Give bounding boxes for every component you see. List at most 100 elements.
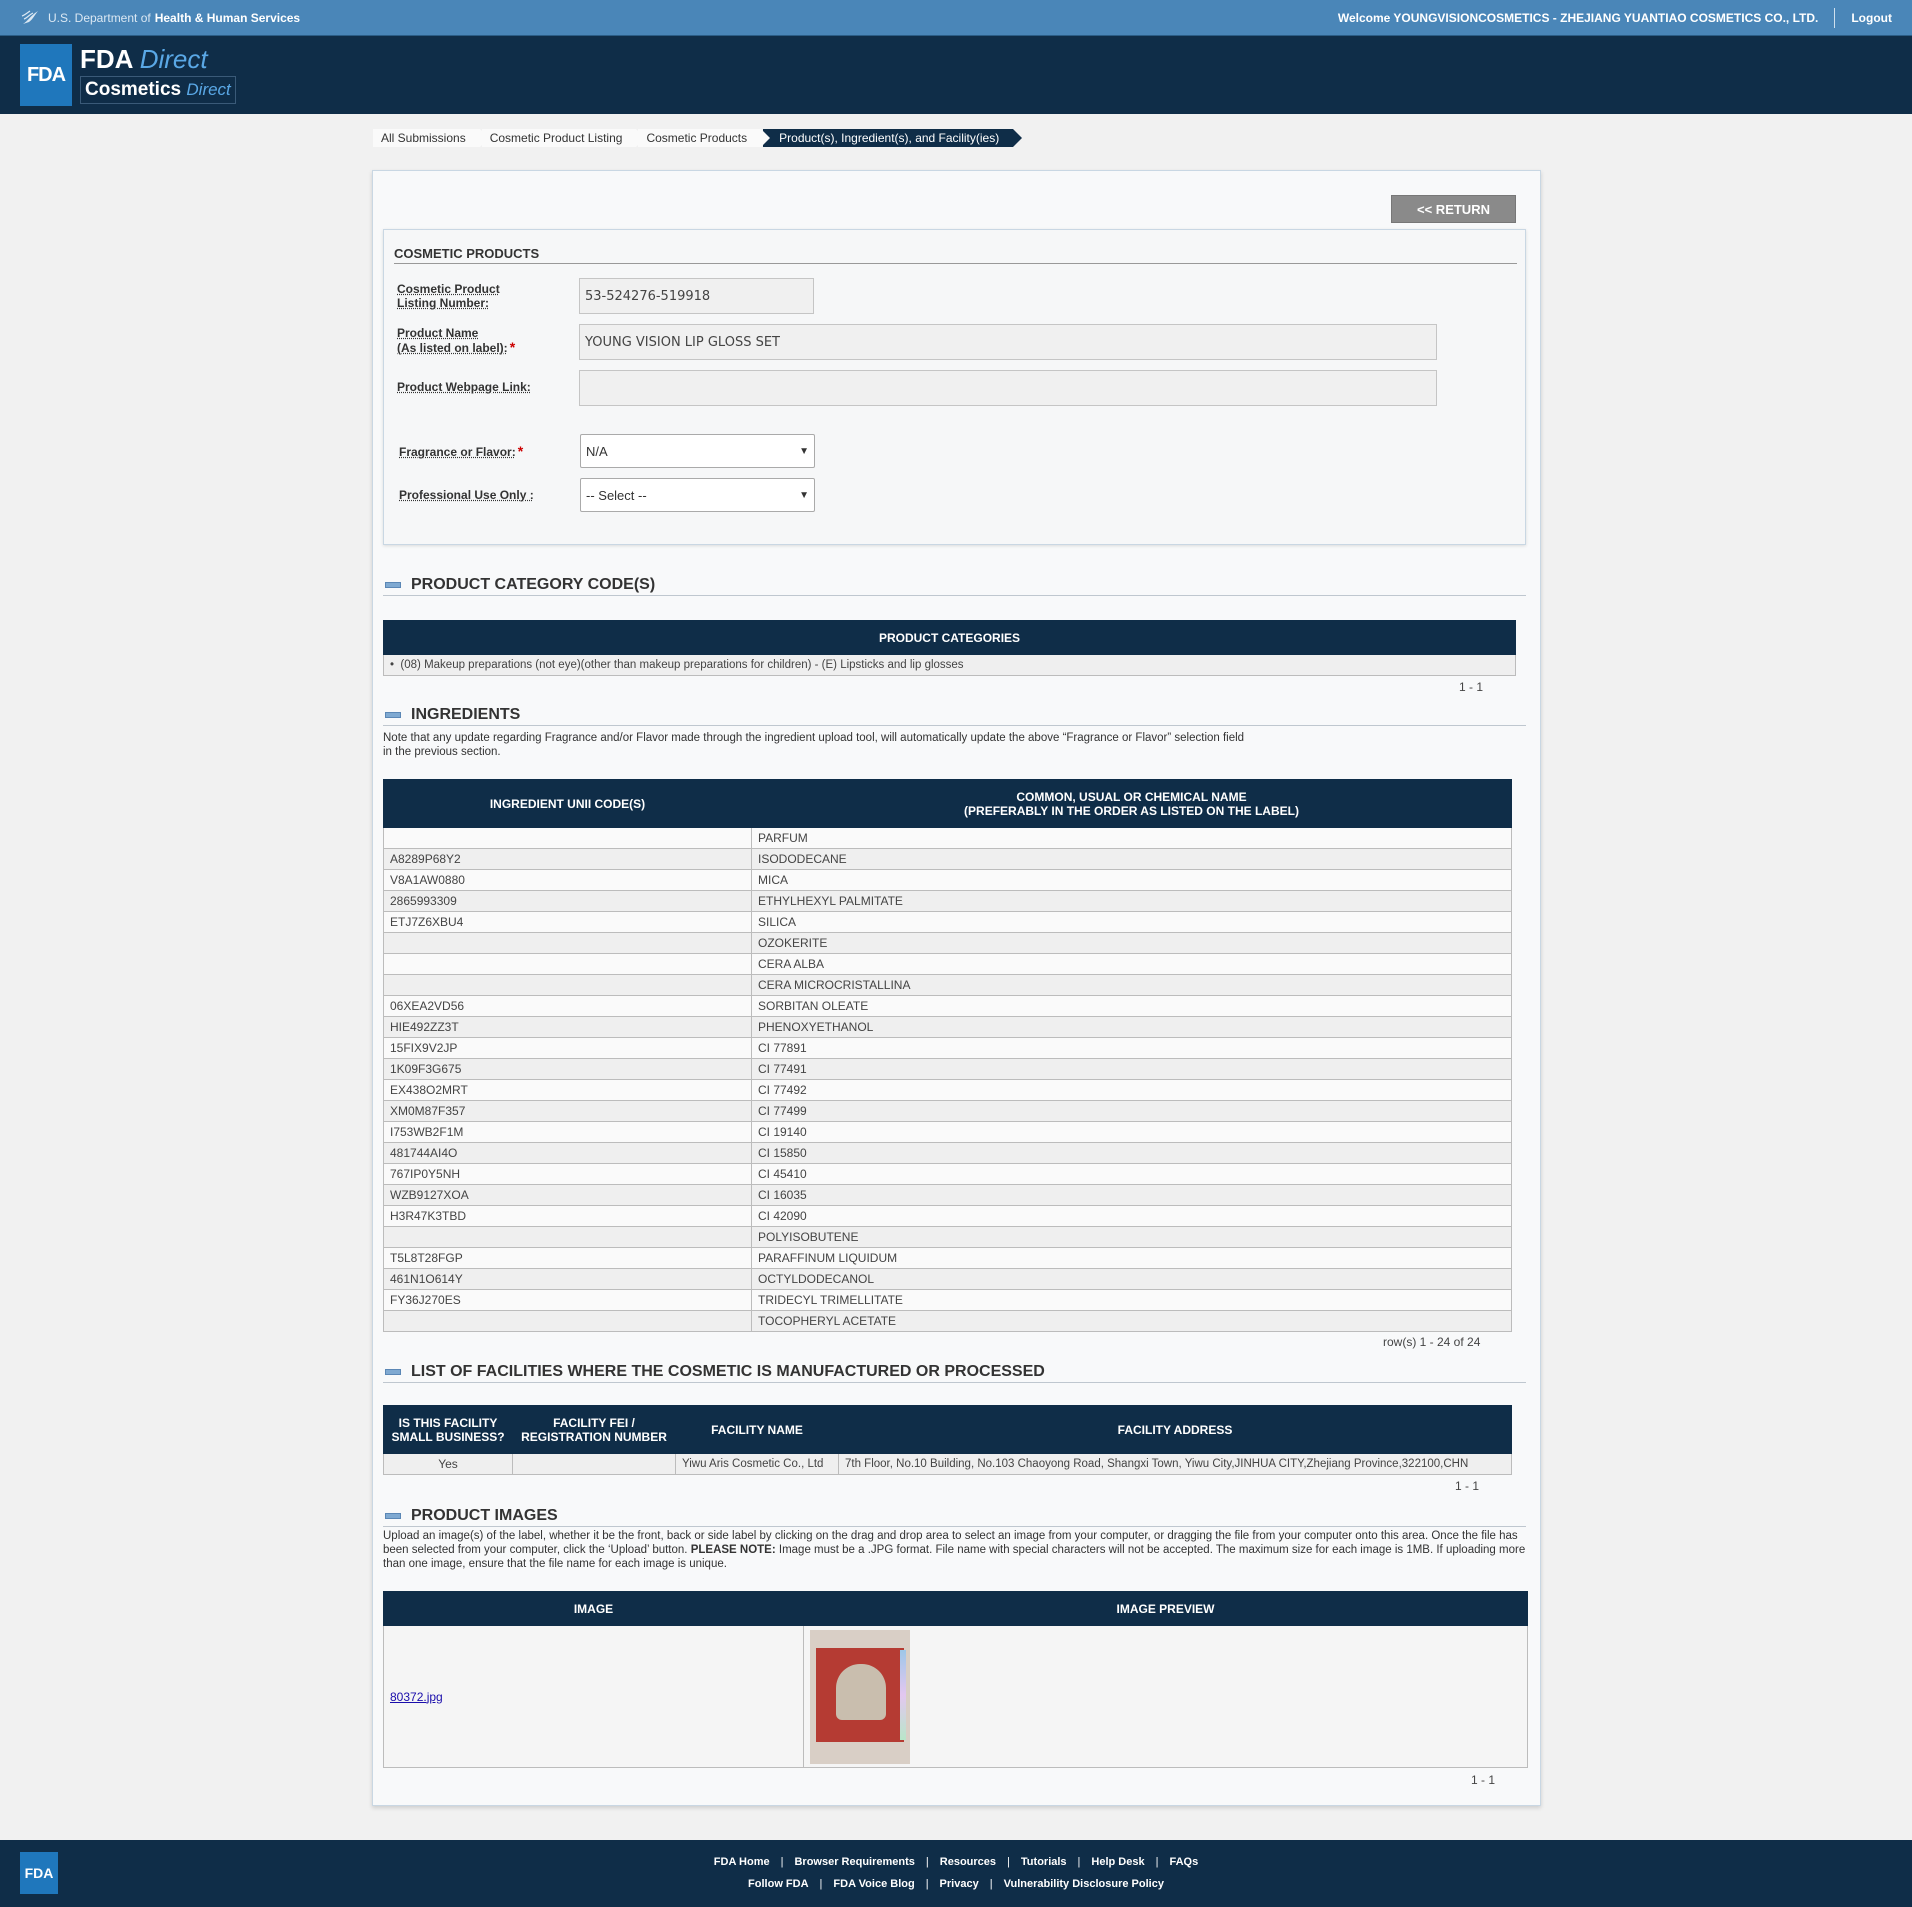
facilities-pager: 1 - 1 bbox=[1455, 1479, 1480, 1493]
brand-fda: FDA bbox=[80, 44, 133, 74]
chemical-name-cell: TRIDECYL TRIMELLITATE bbox=[751, 1289, 1512, 1311]
collapse-icon[interactable] bbox=[385, 1368, 401, 1375]
table-row: 1K09F3G675 CI 77491 bbox=[383, 1058, 1512, 1080]
small-business-cell: Yes bbox=[383, 1453, 513, 1475]
facilities-section-title: LIST OF FACILITIES WHERE THE COSMETIC IS… bbox=[411, 1362, 1045, 1380]
table-row: A8289P68Y2 ISODODECANE bbox=[383, 848, 1512, 870]
chevron-down-icon: ▼ bbox=[799, 489, 809, 501]
facility-address-column-header: FACILITY ADDRESS bbox=[838, 1405, 1512, 1454]
table-row: HIE492ZZ3T PHENOXYETHANOL bbox=[383, 1016, 1512, 1038]
footer-link[interactable]: Follow FDA bbox=[748, 1878, 809, 1890]
chemical-name-cell: CI 77492 bbox=[751, 1079, 1512, 1101]
table-row: EX438O2MRT CI 77492 bbox=[383, 1079, 1512, 1101]
image-column-header: IMAGE bbox=[383, 1591, 804, 1626]
unii-code-cell: V8A1AW0880 bbox=[383, 869, 752, 891]
category-pager: 1 - 1 bbox=[1459, 680, 1484, 694]
ingredients-note-line1: Note that any update regarding Fragrance… bbox=[383, 732, 1245, 744]
return-button[interactable]: << RETURN bbox=[1391, 195, 1516, 223]
fei-cell bbox=[512, 1453, 676, 1475]
footer-link[interactable]: Resources bbox=[940, 1856, 996, 1868]
fei-header-line2: REGISTRATION NUMBER bbox=[521, 1429, 667, 1444]
table-row: • (08) Makeup preparations (not eye)(oth… bbox=[383, 654, 1516, 676]
table-row: I753WB2F1M CI 19140 bbox=[383, 1121, 1512, 1143]
image-file-cell: 80372.jpg bbox=[383, 1625, 804, 1768]
footer-link[interactable]: Browser Requirements bbox=[794, 1856, 914, 1868]
footer-link[interactable]: Vulnerability Disclosure Policy bbox=[1004, 1878, 1164, 1890]
collapse-icon[interactable] bbox=[385, 581, 401, 588]
category-section-title: PRODUCT CATEGORY CODE(S) bbox=[411, 575, 656, 593]
table-row: FY36J270ES TRIDECYL TRIMELLITATE bbox=[383, 1289, 1512, 1311]
category-table: PRODUCT CATEGORIES • (08) Makeup prepara… bbox=[383, 620, 1516, 676]
table-row: PARFUM bbox=[383, 827, 1512, 849]
breadcrumb-cosmetic-products[interactable]: Cosmetic Products bbox=[638, 129, 770, 147]
footer-separator: | bbox=[925, 1878, 929, 1890]
chemical-name-header-line2: (PREFERABLY IN THE ORDER AS LISTED ON TH… bbox=[964, 803, 1299, 818]
image-file-link[interactable]: 80372.jpg bbox=[390, 1690, 443, 1704]
unii-code-cell: FY36J270ES bbox=[383, 1289, 752, 1311]
footer-link[interactable]: Privacy bbox=[940, 1878, 979, 1890]
fragrance-label-text: Fragrance or Flavor: bbox=[399, 445, 516, 459]
webpage-link-field[interactable] bbox=[579, 370, 1437, 406]
image-preview-column-header: IMAGE PREVIEW bbox=[803, 1591, 1528, 1626]
product-name-field[interactable]: YOUNG VISION LIP GLOSS SET bbox=[579, 324, 1437, 360]
footer-separator: | bbox=[819, 1878, 823, 1890]
ingredients-section-title: INGREDIENTS bbox=[411, 705, 521, 723]
small-business-header-line1: IS THIS FACILITY bbox=[398, 1415, 498, 1430]
brand-cosmetics-direct: Direct bbox=[186, 80, 231, 99]
collapse-icon[interactable] bbox=[385, 711, 401, 718]
table-row: TOCOPHERYL ACETATE bbox=[383, 1310, 1512, 1332]
table-row: OZOKERITE bbox=[383, 932, 1512, 954]
footer-link[interactable]: FDA Voice Blog bbox=[833, 1878, 914, 1890]
chemical-name-cell: SORBITAN OLEATE bbox=[751, 995, 1512, 1017]
welcome-text: Welcome YOUNGVISIONCOSMETICS - ZHEJIANG … bbox=[1337, 10, 1819, 25]
chemical-name-cell: PARFUM bbox=[751, 827, 1512, 849]
footer-links-row2: Follow FDA | FDA Voice Blog | Privacy | Vulner… bbox=[0, 1878, 1912, 1890]
product-name-label-line2: (As listed on label): bbox=[397, 341, 508, 355]
images-note-strong: PLEASE NOTE: bbox=[690, 1544, 776, 1556]
breadcrumb-current: Product(s), Ingredient(s), and Facility(… bbox=[763, 129, 1023, 147]
facilities-section-header: LIST OF FACILITIES WHERE THE COSMETIC IS… bbox=[383, 1361, 1526, 1383]
chemical-name-cell: POLYISOBUTENE bbox=[751, 1226, 1512, 1248]
chemical-name-cell: OCTYLDODECANOL bbox=[751, 1268, 1512, 1290]
footer-link[interactable]: FAQs bbox=[1169, 1856, 1198, 1868]
fda-logo[interactable]: FDA bbox=[20, 44, 72, 106]
dept-name: Health & Human Services bbox=[154, 10, 301, 25]
top-bar: U.S. Department of Health & Human Servic… bbox=[0, 0, 1912, 36]
footer-link[interactable]: Tutorials bbox=[1021, 1856, 1067, 1868]
listing-number-label-line1: Cosmetic Product bbox=[397, 282, 500, 296]
fda-direct-brand[interactable]: FDA Direct Cosmetics Direct bbox=[80, 44, 236, 104]
footer-separator: | bbox=[989, 1878, 993, 1890]
unii-code-cell: 06XEA2VD56 bbox=[383, 995, 752, 1017]
image-preview-cell bbox=[803, 1625, 1528, 1768]
listing-number-field[interactable]: 53-524276-519918 bbox=[579, 278, 814, 314]
unii-code-cell bbox=[383, 932, 752, 954]
unii-code-cell bbox=[383, 827, 752, 849]
chemical-name-header-line1: COMMON, USUAL OR CHEMICAL NAME bbox=[1016, 789, 1247, 804]
ingredients-table: INGREDIENT UNII CODE(S) COMMON, USUAL OR… bbox=[383, 779, 1512, 1332]
breadcrumb-cosmetic-product-listing[interactable]: Cosmetic Product Listing bbox=[481, 129, 646, 147]
footer-links-row1: FDA Home | Browser Requirements | Resources |… bbox=[0, 1856, 1912, 1868]
logout-link[interactable]: Logout bbox=[1851, 11, 1892, 25]
listing-number-label: Cosmetic Product Listing Number: bbox=[397, 282, 500, 310]
unii-code-cell: T5L8T28FGP bbox=[383, 1247, 752, 1269]
divider bbox=[1834, 7, 1836, 28]
chemical-name-cell: PHENOXYETHANOL bbox=[751, 1016, 1512, 1038]
hhs-banner[interactable]: U.S. Department of Health & Human Servic… bbox=[20, 7, 300, 29]
site-header: FDA FDA Direct Cosmetics Direct bbox=[0, 36, 1912, 114]
facility-name-cell: Yiwu Aris Cosmetic Co., Ltd bbox=[675, 1453, 839, 1475]
table-row: 80372.jpg bbox=[383, 1625, 1528, 1768]
fei-column-header: FACILITY FEI / REGISTRATION NUMBER bbox=[512, 1405, 676, 1454]
ingredients-note-line2: in the previous section. bbox=[383, 746, 501, 758]
product-image-thumbnail[interactable] bbox=[810, 1629, 910, 1764]
footer-link[interactable]: Help Desk bbox=[1091, 1856, 1144, 1868]
footer-separator: | bbox=[925, 1856, 929, 1868]
table-row: H3R47K3TBD CI 42090 bbox=[383, 1205, 1512, 1227]
footer-link[interactable]: FDA Home bbox=[714, 1856, 770, 1868]
professional-use-select[interactable]: -- Select -- ▼ bbox=[580, 478, 815, 512]
fragrance-select[interactable]: N/A ▼ bbox=[580, 434, 815, 468]
chemical-name-cell: CI 77491 bbox=[751, 1058, 1512, 1080]
collapse-icon[interactable] bbox=[385, 1512, 401, 1519]
ingredients-pager: row(s) 1 - 24 of 24 bbox=[1383, 1335, 1481, 1349]
breadcrumb-all-submissions[interactable]: All Submissions bbox=[373, 129, 489, 147]
images-section-title: PRODUCT IMAGES bbox=[411, 1506, 558, 1524]
